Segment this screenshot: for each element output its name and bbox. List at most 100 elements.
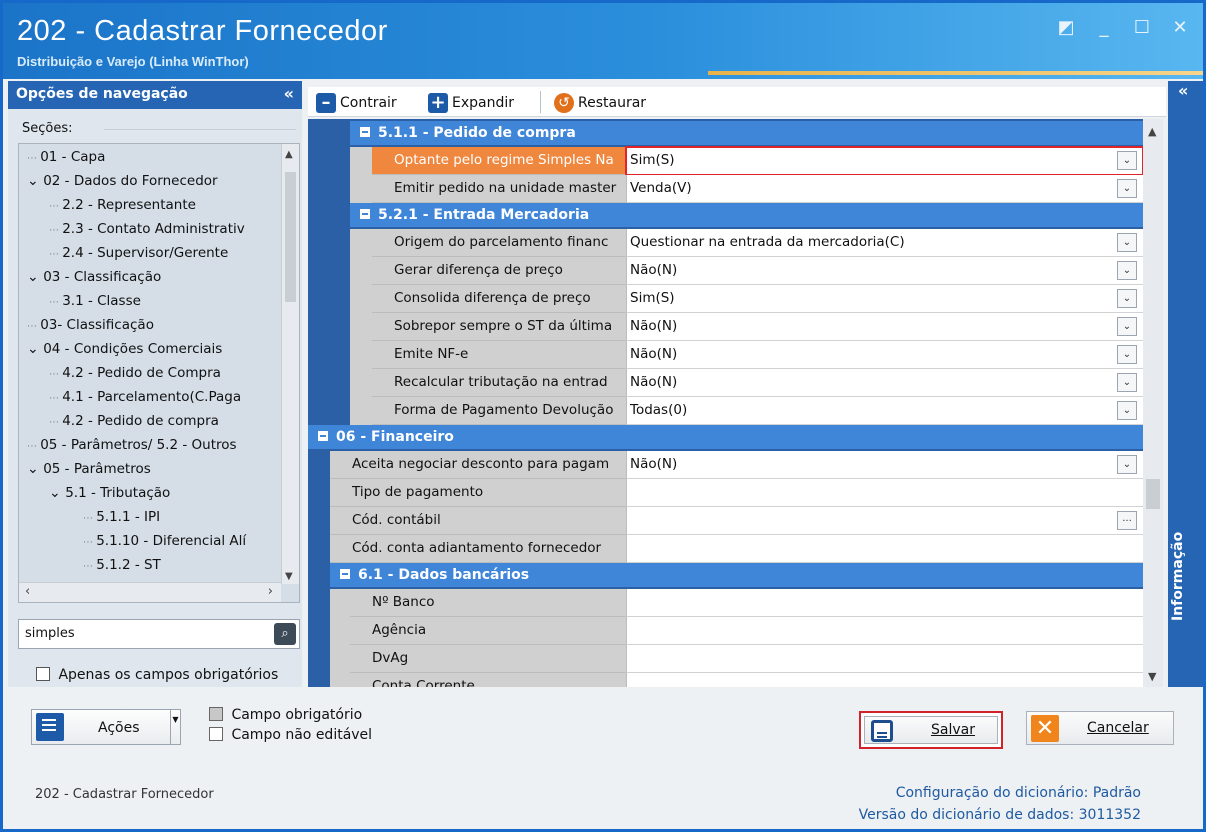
actions-dropdown-icon[interactable]: ▼ bbox=[170, 710, 180, 744]
dropdown-chevron-icon[interactable]: ⌄ bbox=[1117, 289, 1137, 308]
tree-expander-icon[interactable]: ⌄ bbox=[49, 485, 65, 501]
tree-item[interactable]: ⋯ 05 - Parâmetros/ 5.2 - Outros bbox=[27, 434, 237, 456]
tree-item[interactable]: ⋯ 4.2 - Pedido de Compra bbox=[49, 362, 221, 384]
dict-version-value: 3011352 bbox=[1078, 807, 1141, 823]
actions-label: Ações bbox=[98, 720, 140, 736]
property-value[interactable]: Sim(S) ⌄ bbox=[626, 285, 1143, 313]
tree-vertical-scrollbar[interactable]: ▲ ▼ bbox=[281, 144, 299, 584]
close-icon[interactable]: ✕ bbox=[1171, 17, 1189, 38]
tree-item[interactable]: ⋯ 3.1 - Classe bbox=[49, 290, 141, 312]
property-value[interactable]: Não(N) ⌄ bbox=[626, 451, 1143, 479]
dropdown-chevron-icon[interactable]: ⌄ bbox=[1117, 233, 1137, 252]
tree-expander-icon[interactable]: ⌄ bbox=[27, 173, 43, 189]
minimize-icon[interactable]: _ bbox=[1095, 17, 1113, 38]
grid-scroll-up-icon[interactable]: ▲ bbox=[1148, 125, 1156, 138]
tree-item-label: 03- Classificação bbox=[40, 317, 154, 333]
property-value[interactable] bbox=[626, 589, 1143, 617]
dropdown-chevron-icon[interactable]: ⌄ bbox=[1117, 151, 1137, 170]
restore-button[interactable]: ↺ Restaurar bbox=[554, 93, 646, 113]
cancel-button[interactable]: ✕ Cancelar bbox=[1026, 711, 1174, 745]
property-value[interactable]: Venda(V) ⌄ bbox=[626, 175, 1143, 203]
search-icon[interactable]: ⌕ bbox=[274, 623, 296, 645]
dropdown-chevron-icon[interactable]: ⌄ bbox=[1117, 373, 1137, 392]
tree-item[interactable]: ⋯ 01 - Capa bbox=[27, 146, 105, 168]
tree-item[interactable]: ⋯ 4.2 - Pedido de compra bbox=[49, 410, 219, 432]
property-value[interactable]: Não(N) ⌄ bbox=[626, 257, 1143, 285]
property-value[interactable]: Não(N) ⌄ bbox=[626, 313, 1143, 341]
property-label: DvAg bbox=[350, 645, 626, 673]
tree-item[interactable]: ⋯ 5.1.10 - Diferencial Alí bbox=[83, 530, 246, 552]
collapse-section-icon[interactable] bbox=[360, 127, 370, 137]
tree-item[interactable]: ⋯ 5.1.1 - IPI bbox=[83, 506, 160, 528]
grid-vertical-scrollbar[interactable]: ▲ ▼ bbox=[1143, 119, 1163, 687]
grid-scroll-down-icon[interactable]: ▼ bbox=[1148, 670, 1156, 683]
nav-header: Opções de navegação « bbox=[8, 81, 302, 109]
grid-scroll-thumb[interactable] bbox=[1146, 479, 1160, 509]
restore-down-icon[interactable]: ◩ bbox=[1057, 17, 1075, 38]
dict-version-label: Versão do dicionário de dados: bbox=[858, 807, 1079, 823]
tree-item[interactable]: ⌄ 05 - Parâmetros bbox=[27, 458, 151, 480]
tree-item[interactable]: ⋯ 5.1.2 - ST bbox=[83, 554, 161, 576]
info-panel[interactable]: « Informação bbox=[1168, 81, 1203, 687]
search-input[interactable]: simples bbox=[25, 626, 75, 641]
property-label: Cód. conta adiantamento fornecedor bbox=[330, 535, 626, 563]
section-header[interactable]: 06 - Financeiro bbox=[308, 425, 1143, 449]
property-value[interactable] bbox=[626, 617, 1143, 645]
expand-info-icon[interactable]: « bbox=[1178, 81, 1188, 100]
property-label: Forma de Pagamento Devolução bbox=[372, 397, 626, 425]
tree-item[interactable]: ⋯ 2.3 - Contato Administrativ bbox=[49, 218, 245, 240]
collapse-section-icon[interactable] bbox=[340, 569, 350, 579]
tree-expander-icon[interactable]: ⌄ bbox=[27, 461, 43, 477]
dropdown-chevron-icon[interactable]: ⌄ bbox=[1117, 261, 1137, 280]
dropdown-chevron-icon[interactable]: ⌄ bbox=[1117, 401, 1137, 420]
only-required-checkbox-row[interactable]: Apenas os campos obrigatórios bbox=[36, 667, 278, 683]
tree-item[interactable]: ⌄ 5.1 - Tributação bbox=[49, 482, 170, 504]
section-header[interactable]: 5.2.1 - Entrada Mercadoria bbox=[350, 203, 1143, 227]
tree-item[interactable]: ⋯ 4.1 - Parcelamento(C.Paga bbox=[49, 386, 241, 408]
tree-item[interactable]: ⋯ 03- Classificação bbox=[27, 314, 154, 336]
dropdown-chevron-icon[interactable]: ⌄ bbox=[1117, 179, 1137, 198]
collapse-section-icon[interactable] bbox=[360, 209, 370, 219]
property-value[interactable]: Todas(0) ⌄ bbox=[626, 397, 1143, 425]
save-button-face[interactable]: Salvar bbox=[864, 716, 998, 744]
scroll-left-icon[interactable]: ‹ bbox=[25, 584, 30, 599]
property-value[interactable]: ... bbox=[626, 507, 1143, 535]
maximize-icon[interactable]: ☐ bbox=[1133, 17, 1151, 38]
tree-item[interactable]: ⌄ 02 - Dados do Fornecedor bbox=[27, 170, 218, 192]
property-value[interactable]: Sim(S) ⌄ bbox=[625, 146, 1143, 176]
dropdown-chevron-icon[interactable]: ⌄ bbox=[1117, 317, 1137, 336]
collapse-section-icon[interactable] bbox=[318, 431, 328, 441]
scroll-down-icon[interactable]: ▼ bbox=[285, 571, 293, 582]
property-value[interactable] bbox=[626, 479, 1143, 507]
tree-item[interactable]: ⋯ 2.4 - Supervisor/Gerente bbox=[49, 242, 228, 264]
tree-horizontal-scrollbar[interactable]: ‹ › bbox=[19, 582, 281, 602]
search-field[interactable]: simples ⌕ bbox=[18, 619, 300, 649]
tree-item[interactable]: ⌄ 04 - Condições Comerciais bbox=[27, 338, 222, 360]
section-header[interactable]: 5.1.1 - Pedido de compra bbox=[350, 121, 1143, 145]
property-value[interactable]: Não(N) ⌄ bbox=[626, 369, 1143, 397]
tree-expander-icon[interactable]: ⌄ bbox=[27, 341, 43, 357]
tree-connector: ⋯ bbox=[49, 201, 63, 212]
tree-item[interactable]: ⋯ 2.2 - Representante bbox=[49, 194, 196, 216]
property-value[interactable] bbox=[626, 535, 1143, 563]
save-button[interactable]: Salvar bbox=[859, 711, 1003, 749]
tree-scroll-thumb[interactable] bbox=[285, 172, 296, 302]
property-value[interactable]: Não(N) ⌄ bbox=[626, 341, 1143, 369]
section-header[interactable]: 6.1 - Dados bancários bbox=[330, 563, 1143, 587]
tree-item[interactable]: ⌄ 03 - Classificação bbox=[27, 266, 161, 288]
dropdown-chevron-icon[interactable]: ⌄ bbox=[1117, 345, 1137, 364]
scroll-right-icon[interactable]: › bbox=[268, 584, 273, 599]
property-value[interactable] bbox=[626, 673, 1143, 687]
only-required-checkbox[interactable] bbox=[36, 667, 50, 681]
property-value[interactable] bbox=[626, 645, 1143, 673]
expand-button[interactable]: + Expandir bbox=[428, 93, 514, 113]
dropdown-chevron-icon[interactable]: ⌄ bbox=[1117, 455, 1137, 474]
ellipsis-icon[interactable]: ... bbox=[1117, 511, 1137, 530]
property-value[interactable]: Questionar na entrada da mercadoria(C) ⌄ bbox=[626, 229, 1143, 257]
legend-not-editable: Campo não editável bbox=[209, 727, 372, 743]
contract-button[interactable]: – Contrair bbox=[316, 93, 397, 113]
tree-expander-icon[interactable]: ⌄ bbox=[27, 269, 43, 285]
actions-button[interactable]: Ações ▼ bbox=[31, 709, 181, 745]
collapse-nav-icon[interactable]: « bbox=[284, 84, 294, 103]
scroll-up-icon[interactable]: ▲ bbox=[285, 149, 293, 160]
